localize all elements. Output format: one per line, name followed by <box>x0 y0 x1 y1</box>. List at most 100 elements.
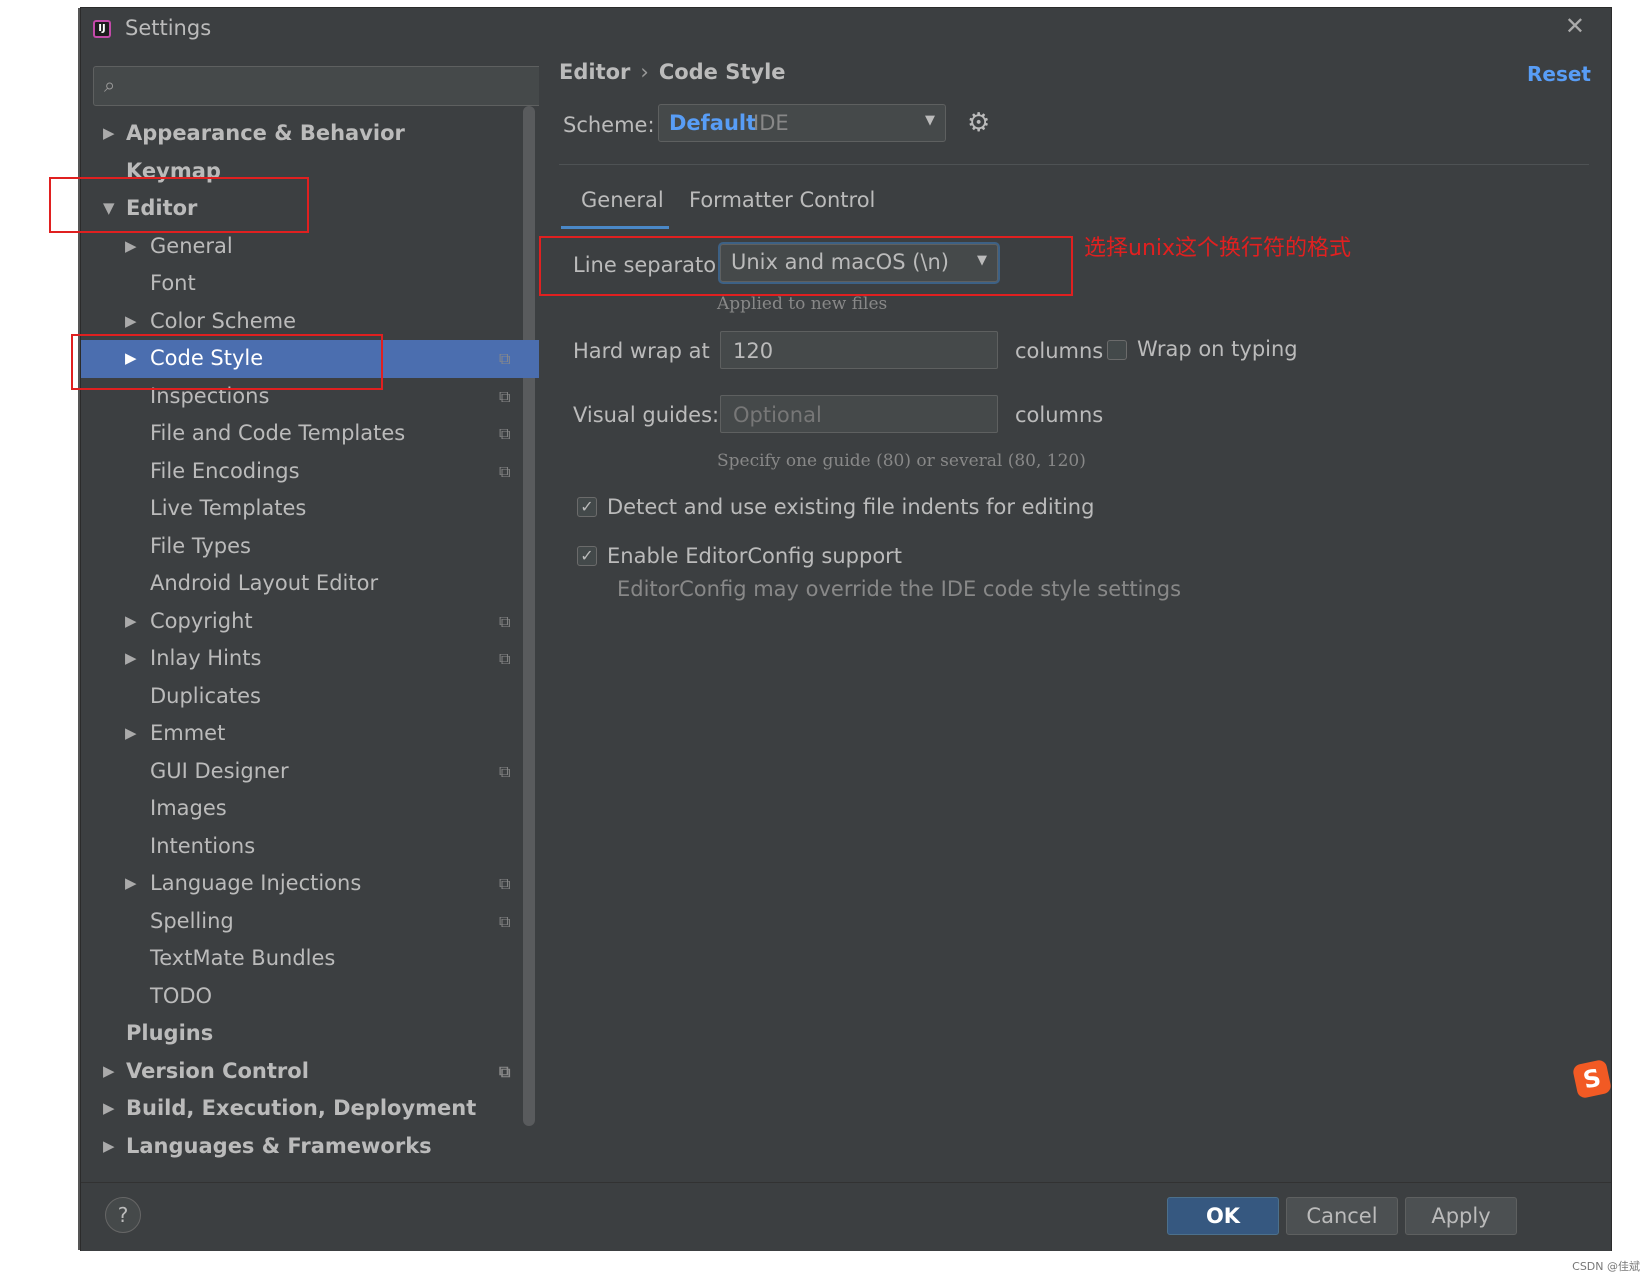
tree-item[interactable]: ▶ Emmet <box>81 715 563 753</box>
project-scope-icon: ⧉ <box>499 761 511 781</box>
wrap-on-typing-label: Wrap on typing <box>1137 337 1298 361</box>
tree-item-label: Emmet <box>150 721 226 745</box>
tree-item[interactable]: Live Templates <box>81 490 563 528</box>
close-icon[interactable]: ✕ <box>1565 12 1585 40</box>
tree-item[interactable]: Plugins <box>81 1015 563 1053</box>
cancel-button[interactable]: Cancel <box>1286 1197 1398 1235</box>
breadcrumb-parent[interactable]: Editor <box>559 60 630 84</box>
search-icon: ⌕ <box>104 73 116 97</box>
tree-item[interactable]: Spelling ⧉ <box>81 903 563 941</box>
tab-general[interactable]: General <box>581 188 664 212</box>
help-button[interactable]: ? <box>105 1197 141 1233</box>
tree-item-label: Images <box>150 796 227 820</box>
project-scope-icon: ⧉ <box>499 911 511 931</box>
search-input[interactable] <box>130 71 544 101</box>
visual-guides-field[interactable] <box>720 395 998 433</box>
tree-item[interactable]: GUI Designer ⧉ <box>81 753 563 791</box>
breadcrumb-separator-icon: › <box>640 60 649 84</box>
tree-item[interactable]: TextMate Bundles <box>81 940 563 978</box>
settings-search[interactable]: ⌕ <box>93 66 553 106</box>
annotation-box-editor <box>49 177 309 233</box>
tree-item-label: Spelling <box>150 908 234 933</box>
tree-item[interactable]: Intentions <box>81 828 563 866</box>
tree-item[interactable]: File Encodings ⧉ <box>81 453 563 491</box>
tree-item-label: General <box>150 233 233 258</box>
tree-item[interactable]: ▶ Language Injections ⧉ <box>81 865 563 903</box>
tab-formatter-control[interactable]: Formatter Control <box>689 188 875 212</box>
scheme-dropdown[interactable]: Default IDE ▼ <box>658 104 946 142</box>
scheme-name: Default <box>669 111 757 135</box>
tree-item-label: Languages & Frameworks <box>126 1133 432 1158</box>
tree-item[interactable]: ▶ Appearance & Behavior <box>81 115 563 153</box>
hard-wrap-label: Hard wrap at <box>573 339 710 363</box>
gear-icon[interactable]: ⚙ <box>967 108 990 138</box>
collapsed-arrow-icon[interactable]: ▶ <box>125 603 137 641</box>
collapsed-arrow-icon[interactable]: ▶ <box>125 228 137 266</box>
project-scope-icon: ⧉ <box>499 349 511 368</box>
project-scope-icon: ⧉ <box>499 611 511 631</box>
visual-guides-unit: columns <box>1015 403 1104 427</box>
sidebar-bottom-edge <box>81 1172 563 1182</box>
hard-wrap-unit: columns <box>1015 339 1104 363</box>
tree-item[interactable]: ▶ Version Control ⧉ <box>81 1053 563 1091</box>
tree-item[interactable]: TODO <box>81 978 563 1016</box>
detect-indents-checkbox[interactable]: ✓ <box>577 497 597 517</box>
reset-link[interactable]: Reset <box>1527 62 1591 86</box>
tree-item[interactable]: Font <box>81 265 563 303</box>
collapsed-arrow-icon[interactable]: ▶ <box>125 865 137 903</box>
collapsed-arrow-icon[interactable]: ▶ <box>103 1128 115 1166</box>
visual-guides-input[interactable] <box>731 400 985 430</box>
tree-item[interactable]: ▶ General <box>81 228 563 266</box>
tree-item-label: Version Control <box>126 1058 309 1083</box>
tree-item-label: Intentions <box>150 833 256 858</box>
tree-item[interactable]: ▶ Build, Execution, Deployment <box>81 1090 563 1128</box>
tree-item-label: File Types <box>150 533 251 558</box>
tree-item[interactable]: Images <box>81 790 563 828</box>
hard-wrap-field[interactable] <box>720 331 998 369</box>
sogou-ime-icon[interactable]: S <box>1571 1058 1613 1100</box>
visual-guides-label: Visual guides: <box>573 403 720 427</box>
wrap-on-typing-checkbox[interactable] <box>1107 340 1127 360</box>
line-separator-hint: Applied to new files <box>717 294 888 314</box>
annotation-box-line-separator <box>539 236 1073 296</box>
tree-item-label: Plugins <box>126 1021 214 1045</box>
tree-item-label: Android Layout Editor <box>150 571 379 595</box>
tree-item[interactable]: ▶ Copyright ⧉ <box>81 603 563 641</box>
collapsed-arrow-icon[interactable]: ▶ <box>103 1090 115 1128</box>
breadcrumb-current: Code Style <box>658 60 786 84</box>
window-title: Settings <box>125 16 212 40</box>
editorconfig-hint: EditorConfig may override the IDE code s… <box>617 577 1182 601</box>
project-scope-icon: ⧉ <box>499 424 511 443</box>
visual-guides-hint: Specify one guide (80) or several (80, 1… <box>717 451 1086 471</box>
dialog-footer: ? OK Cancel Apply <box>81 1182 1611 1251</box>
code-style-panel: Editor › Code Style Reset Scheme: Default … <box>539 48 1611 1182</box>
collapsed-arrow-icon[interactable]: ▶ <box>103 115 115 153</box>
apply-button[interactable]: Apply <box>1405 1197 1517 1235</box>
tree-item[interactable]: Duplicates <box>81 678 563 716</box>
tree-item-label: Font <box>150 271 196 295</box>
tree-item[interactable]: Android Layout Editor <box>81 565 563 603</box>
project-scope-icon: ⧉ <box>499 461 511 481</box>
tree-item[interactable]: ▶ Inlay Hints ⧉ <box>81 640 563 678</box>
editorconfig-checkbox[interactable]: ✓ <box>577 546 597 566</box>
tree-item[interactable]: ▶ Languages & Frameworks <box>81 1128 563 1166</box>
hard-wrap-input[interactable] <box>731 336 985 366</box>
tree-item-label: Live Templates <box>150 496 307 520</box>
intellij-app-icon: IJ <box>93 20 111 38</box>
tree-item[interactable]: File and Code Templates ⧉ <box>81 415 563 453</box>
tree-item-label: Copyright <box>150 608 253 633</box>
settings-tree: ▶ Appearance & Behavior Keymap ▼ Editor ▶ Gene… <box>81 115 563 1165</box>
tree-item-label: File Encodings <box>150 458 300 483</box>
tree-item-label: Build, Execution, Deployment <box>126 1096 477 1120</box>
divider <box>559 164 1589 165</box>
collapsed-arrow-icon[interactable]: ▶ <box>125 715 137 753</box>
editorconfig-label: Enable EditorConfig support <box>607 544 903 568</box>
tree-item[interactable]: File Types <box>81 528 563 566</box>
collapsed-arrow-icon[interactable]: ▶ <box>125 640 137 678</box>
active-tab-indicator <box>561 226 669 229</box>
chevron-down-icon: ▼ <box>925 113 935 128</box>
project-scope-icon: ⧉ <box>499 1061 511 1081</box>
collapsed-arrow-icon[interactable]: ▶ <box>103 1053 115 1091</box>
ok-button[interactable]: OK <box>1167 1197 1279 1235</box>
scheme-kind: IDE <box>753 111 789 135</box>
